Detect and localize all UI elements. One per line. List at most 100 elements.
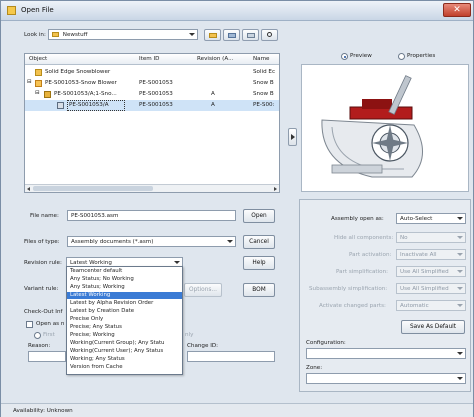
bom-button[interactable]: BOM — [243, 283, 275, 297]
dropdown-option[interactable]: Precise; Any Status — [67, 324, 182, 331]
part-simplification-label: Part simplification: — [336, 269, 389, 275]
expand-preview-button[interactable] — [288, 128, 297, 146]
column-object[interactable]: Object — [29, 56, 47, 62]
scroll-right-icon[interactable] — [274, 187, 277, 191]
availability-status: Availability: Unknown — [13, 408, 73, 414]
reason-input[interactable] — [28, 351, 66, 362]
row-name: Snow B — [253, 91, 274, 97]
dropdown-option[interactable]: Latest by Creation Date — [67, 308, 182, 315]
window-title: Open File — [21, 6, 54, 14]
dropdown-option[interactable]: Teamcenter default — [67, 268, 182, 275]
views-button[interactable] — [242, 29, 259, 41]
column-revision[interactable]: Revision (A... — [197, 56, 233, 62]
horizontal-scrollbar[interactable] — [25, 184, 279, 192]
part-activation-label: Part activation: — [349, 252, 392, 258]
tree-row[interactable]: Solid Edge Snowblower Solid Ec — [25, 67, 279, 78]
row-object: PE-S001053/A — [69, 102, 109, 108]
row-object: Solid Edge Snowblower — [45, 69, 111, 75]
column-name[interactable]: Name — [253, 56, 270, 62]
dropdown-option[interactable]: Precise Only — [67, 316, 182, 323]
options-button[interactable]: Options... — [184, 283, 222, 297]
close-button[interactable]: ✕ — [443, 3, 471, 17]
scroll-thumb[interactable] — [33, 186, 153, 191]
revision-icon — [44, 91, 51, 98]
subassembly-simplification-value: Use All Simplified — [400, 286, 449, 292]
first-radio[interactable] — [34, 332, 41, 339]
open-as-checkbox[interactable] — [26, 321, 33, 328]
item-icon — [35, 80, 42, 87]
save-as-default-button[interactable]: Save As Default — [401, 320, 465, 334]
cancel-button[interactable]: Cancel — [243, 235, 275, 249]
row-name: Snow B — [253, 80, 274, 86]
check-out-label: Check-Out Inf — [24, 309, 63, 315]
tree-row-selected[interactable]: PE-S001053/A PE-S001053 A PE-S00: — [25, 100, 279, 111]
assembly-open-as-combo[interactable]: Auto-Select — [396, 213, 466, 224]
column-item-id[interactable]: Item ID — [139, 56, 159, 62]
change-id-input[interactable] — [187, 351, 275, 362]
dropdown-option[interactable]: Version from Cache — [67, 364, 182, 371]
zone-combo[interactable] — [306, 373, 466, 384]
open-button[interactable]: Open — [243, 209, 275, 223]
dropdown-option[interactable]: Working(Current User); Any Status — [67, 348, 182, 355]
assembly-options-panel — [299, 199, 471, 392]
subassembly-simplification-combo[interactable]: Use All Simplified — [396, 283, 466, 294]
row-name: Solid Ec — [253, 69, 276, 75]
tree-row[interactable]: ⊟ PE-S001053-Snow Blower PE-S001053 Snow… — [25, 78, 279, 89]
activate-changed-combo[interactable]: Automatic — [396, 300, 466, 311]
assembly-open-as-value: Auto-Select — [400, 216, 433, 222]
preview-radio[interactable] — [341, 53, 348, 60]
snowblower-preview-image — [321, 75, 423, 178]
part-activation-value: Inactivate All — [400, 252, 437, 258]
revision-rule-dropdown[interactable]: Teamcenter default Any Status; No Workin… — [66, 266, 183, 375]
row-object: PE-S001053/A;1-Sno... — [54, 91, 117, 97]
dropdown-option[interactable]: Any Status; No Working — [67, 276, 182, 283]
collapse-icon: ⊟ — [27, 79, 32, 85]
folder-icon — [35, 69, 42, 76]
part-simplification-combo[interactable]: Use All Simplified — [396, 266, 466, 277]
row-item-id: PE-S001053 — [139, 91, 173, 97]
file-name-input[interactable]: PE-S001053.asm — [67, 210, 236, 221]
tree-row[interactable]: ⊟ PE-S001053/A;1-Sno... PE-S001053 A Sno… — [25, 89, 279, 100]
scroll-left-icon[interactable] — [27, 187, 30, 191]
look-in-label: Look in: — [24, 32, 46, 38]
file-tree[interactable]: Object Item ID Revision (A... Name Solid… — [24, 53, 280, 193]
activate-changed-value: Automatic — [400, 303, 429, 309]
search-icon — [267, 32, 272, 37]
row-revision: A — [211, 102, 215, 108]
dropdown-option[interactable]: Latest by Alpha Revision Order — [67, 300, 182, 307]
properties-radio[interactable] — [398, 53, 405, 60]
preview-label: Preview — [350, 53, 372, 59]
search-button[interactable] — [261, 29, 278, 41]
only-label: nly — [185, 332, 194, 338]
zone-label: Zone: — [306, 365, 323, 371]
dropdown-option-selected[interactable]: Latest Working — [67, 292, 182, 299]
configuration-combo[interactable] — [306, 348, 466, 359]
new-folder-button[interactable] — [223, 29, 240, 41]
row-item-id: PE-S001053 — [139, 80, 173, 86]
up-folder-button[interactable] — [204, 29, 221, 41]
views-icon — [247, 33, 255, 38]
app-icon — [7, 6, 16, 15]
help-button[interactable]: Help — [243, 256, 275, 270]
open-file-dialog: Open File ✕ Look in: Newstuff Object Ite… — [0, 0, 474, 417]
folder-icon — [52, 32, 59, 37]
assembly-open-as-label: Assembly open as: — [331, 216, 384, 222]
reason-label: Reason: — [28, 343, 51, 349]
title-bar: Open File ✕ — [1, 1, 473, 21]
hide-components-label: Hide all components: — [334, 235, 394, 241]
dropdown-option[interactable]: Working; Any Status — [67, 356, 182, 363]
look-in-combo[interactable]: Newstuff — [48, 29, 198, 40]
chevron-right-icon — [291, 134, 295, 140]
status-bar: Availability: Unknown — [1, 403, 473, 417]
dropdown-option[interactable]: Precise; Working — [67, 332, 182, 339]
subassembly-simplification-label: Subassembly simplification: — [309, 286, 388, 292]
configuration-label: Configuration: — [306, 340, 346, 346]
files-of-type-combo[interactable]: Assembly documents (*.asm) — [67, 236, 236, 247]
dropdown-option[interactable]: Working(Current Group); Any Statu — [67, 340, 182, 347]
variant-rule-label: Variant rule: — [24, 286, 59, 292]
files-of-type-label: Files of type: — [24, 239, 60, 245]
hide-components-combo[interactable]: No — [396, 232, 466, 243]
part-activation-combo[interactable]: Inactivate All — [396, 249, 466, 260]
dropdown-option[interactable]: Any Status; Working — [67, 284, 182, 291]
part-simplification-value: Use All Simplified — [400, 269, 449, 275]
